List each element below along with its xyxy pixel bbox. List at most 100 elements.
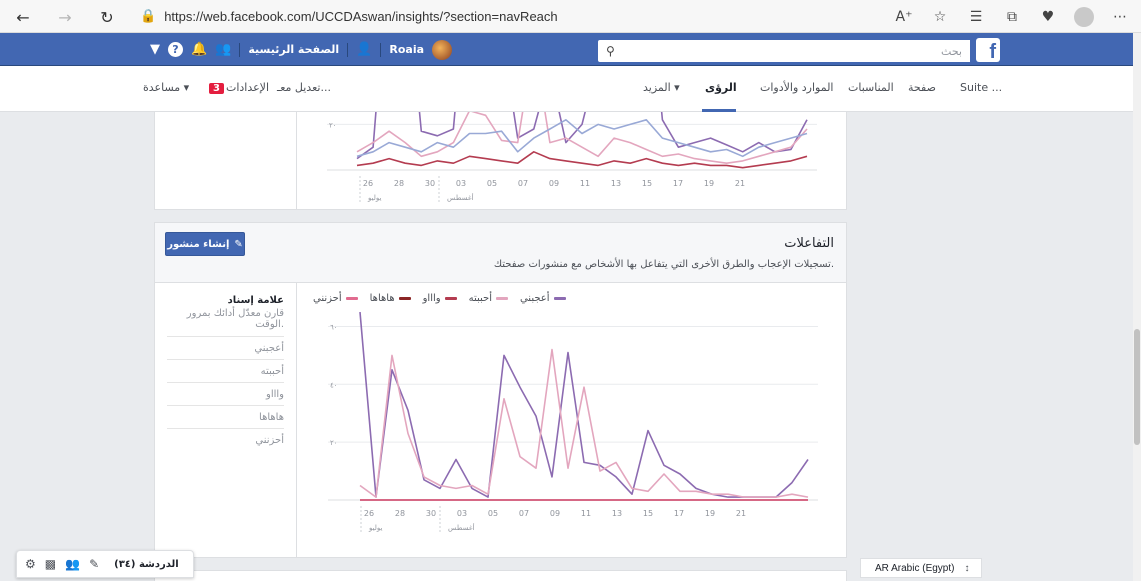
next-card <box>154 570 847 581</box>
benchmark-column: علامة إسناد قارن معدّل أدائك بمرور الوقت… <box>155 283 297 558</box>
header-divider <box>347 42 349 57</box>
help-menu[interactable]: مساعدة ▾ <box>143 81 189 94</box>
y-tick-label: ٤٠ <box>330 381 338 389</box>
profile-name[interactable]: Roaia <box>389 43 424 56</box>
x-tick-label: 26 <box>363 179 373 188</box>
x-tick-label: 30 <box>426 509 436 518</box>
find-friends-icon[interactable]: 👤 <box>356 42 372 57</box>
facebook-logo[interactable]: f <box>976 38 1000 62</box>
benchmark-item-love[interactable]: أحببته <box>167 359 284 382</box>
dropdown-arrow-icon[interactable]: ▼ <box>150 42 160 57</box>
language-selector[interactable]: AR Arabic (Egypt) ↕ <box>860 558 982 578</box>
benchmark-item-haha[interactable]: هاهاها <box>167 405 284 428</box>
x-tick-label: 11 <box>581 509 591 518</box>
refresh-icon[interactable]: ↻ <box>92 2 122 32</box>
tab-suite[interactable]: Suite ... <box>960 81 1002 94</box>
x-tick-label: 05 <box>488 509 498 518</box>
benchmark-item-like[interactable]: أعجبني <box>167 336 284 359</box>
series-line <box>359 348 809 498</box>
video-call-icon[interactable]: ▩ <box>45 557 56 571</box>
profile-avatar[interactable] <box>1069 2 1099 32</box>
reactions-title: التفاعلات <box>784 236 834 251</box>
pencil-icon: ✎ <box>234 238 243 250</box>
facebook-header: f ⚲ بحث ▼ ? 🔔 👥 الصفحة الرئيسية 👤 Roaia <box>0 33 1141 66</box>
edit-page-info-link[interactable]: تعديل معـ... <box>277 81 331 94</box>
legend-swatch <box>553 297 566 300</box>
read-aloud-icon[interactable]: A⁺ <box>889 2 919 32</box>
benchmark-title: علامة إسناد <box>227 295 284 306</box>
arrow-right-icon[interactable]: → <box>50 2 80 32</box>
x-tick-label: 13 <box>612 509 622 518</box>
x-tick-label: 03 <box>457 509 467 518</box>
x-tick-label: 13 <box>611 179 621 188</box>
legend-item-love[interactable]: أحببته <box>469 293 508 304</box>
address-bar[interactable]: 🔒 https://web.facebook.com/UCCDAswan/ins… <box>140 4 740 28</box>
header-divider <box>380 42 382 57</box>
favorite-star-icon[interactable]: ☆ <box>925 2 955 32</box>
favorites-list-icon[interactable]: ☰ <box>961 2 991 32</box>
benchmark-item-wow[interactable]: واااو <box>167 382 284 405</box>
legend-label: هاهاها <box>369 293 395 304</box>
x-group-label: أغسطس <box>448 523 475 532</box>
health-heart-icon[interactable]: ♥ <box>1033 2 1063 32</box>
x-tick-label: 17 <box>673 179 683 188</box>
search-icon[interactable]: ⚲ <box>606 44 615 58</box>
arrow-left-icon[interactable]: ← <box>8 2 38 32</box>
x-tick-label: 11 <box>580 179 590 188</box>
help-icon[interactable]: ? <box>168 42 183 57</box>
x-tick-label: 28 <box>395 509 405 518</box>
x-group-label: يوليو <box>367 194 381 202</box>
legend-swatch <box>444 297 457 300</box>
legend-item-wow[interactable]: واااو <box>423 293 457 304</box>
search-input[interactable]: ⚲ بحث <box>598 40 970 62</box>
settings-badge: 3 <box>209 83 224 94</box>
x-tick-label: 09 <box>549 179 559 188</box>
series-line <box>356 112 808 160</box>
user-avatar[interactable] <box>432 39 453 60</box>
header-divider <box>239 42 241 57</box>
tab-more[interactable]: المزيد ▾ <box>643 81 680 94</box>
legend-swatch <box>398 297 411 300</box>
browser-toolbar: ← → ↻ 🔒 https://web.facebook.com/UCCDAsw… <box>0 0 1141 33</box>
page-tabs-bar: Suite ... صفحة المناسبات الموارد والأدوا… <box>0 66 1141 112</box>
notifications-bell-icon[interactable]: 🔔 <box>191 42 207 57</box>
legend-label: أحببته <box>468 293 492 304</box>
gear-icon[interactable]: ⚙ <box>25 557 36 571</box>
tab-page[interactable]: صفحة <box>908 81 936 94</box>
collections-icon[interactable]: ⧉ <box>997 2 1027 32</box>
search-placeholder: بحث <box>941 44 962 58</box>
url-text: https://web.facebook.com/UCCDAswan/insig… <box>164 8 558 24</box>
legend-item-haha[interactable]: هاهاها <box>370 293 411 304</box>
tab-insights[interactable]: الرؤى <box>705 81 737 94</box>
language-toggle-icon[interactable]: ↕ <box>964 563 969 574</box>
settings-link[interactable]: 3 الإعدادات <box>207 81 269 94</box>
reactions-subtitle: تسجيلات الإعجاب والطرق الأخرى التي يتفاع… <box>493 259 834 270</box>
legend-label: أحزنني <box>313 293 342 304</box>
series-line <box>359 312 809 498</box>
page-scrollbar[interactable] <box>1133 33 1141 581</box>
legend-item-like[interactable]: أعجبني <box>520 293 566 304</box>
x-tick-label: 15 <box>642 179 652 188</box>
legend-item-sad[interactable]: أحزنني <box>313 293 358 304</box>
x-group-label: يوليو <box>368 524 382 532</box>
scrollbar-thumb[interactable] <box>1134 329 1140 445</box>
x-tick-label: 30 <box>425 179 435 188</box>
more-menu-icon[interactable]: ⋯ <box>1105 2 1135 32</box>
x-tick-label: 07 <box>519 509 529 518</box>
legend-label: واااو <box>422 293 441 304</box>
x-tick-label: 05 <box>487 179 497 188</box>
benchmark-item-sad[interactable]: أحزنني <box>167 428 284 451</box>
create-post-button[interactable]: إنشاء منشور ✎ <box>165 232 245 256</box>
group-chat-icon[interactable]: 👥 <box>65 557 80 571</box>
header-nav: ▼ ? 🔔 👥 الصفحة الرئيسية 👤 Roaia <box>150 33 453 66</box>
reactions-chart: ٢٠ ٤٠ ٦٠ 26 28 30 03 05 07 09 11 13 15 17 19 21 يوليو أغس… <box>328 312 818 534</box>
reach-left-column <box>155 112 297 210</box>
chat-bar[interactable]: ⚙ ▩ 👥 ✎ الدردشة (٣٤) <box>16 550 194 578</box>
x-tick-label: 15 <box>643 509 653 518</box>
compose-icon[interactable]: ✎ <box>89 557 99 571</box>
friend-requests-icon[interactable]: 👥 <box>215 42 231 57</box>
home-link[interactable]: الصفحة الرئيسية <box>248 43 339 56</box>
tab-resources-tools[interactable]: الموارد والأدوات <box>760 81 833 94</box>
chat-label: الدردشة (٣٤) <box>114 558 179 570</box>
tab-events[interactable]: المناسبات <box>848 81 894 94</box>
